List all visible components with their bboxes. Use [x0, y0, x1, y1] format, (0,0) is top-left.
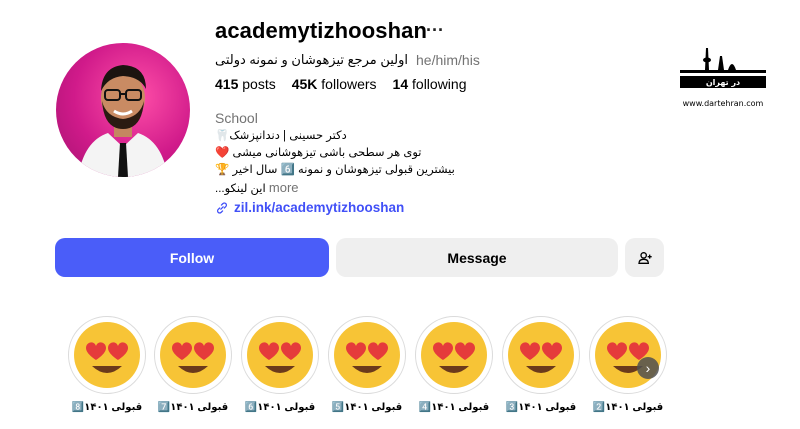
highlight-label: 2️⃣قبولی ۱۴۰۱ — [592, 402, 664, 413]
followers-stat[interactable]: 45K followers — [292, 76, 377, 92]
heart-eyes-emoji-icon — [74, 322, 140, 388]
highlight-label: 6️⃣قبولی ۱۴۰۱ — [244, 402, 316, 413]
highlight-label: 5️⃣قبولی ۱۴۰۱ — [331, 402, 403, 413]
following-count: 14 — [392, 76, 409, 92]
bio-more-link[interactable]: more — [269, 180, 299, 195]
chevron-right-icon: › — [645, 360, 651, 376]
highlight-cover — [241, 316, 319, 394]
watermark-url: www.dartehran.com — [682, 99, 764, 108]
highlight-cover — [154, 316, 232, 394]
highlight-cover — [502, 316, 580, 394]
bio-line: 🦷دکتر حسینی | دندانپزشک — [215, 130, 347, 142]
heart-eyes-emoji-icon — [160, 322, 226, 388]
heart-eyes-emoji-icon — [247, 322, 313, 388]
profile-pronouns: he/him/his — [416, 52, 480, 68]
profile-category: School — [215, 110, 258, 126]
profile-tagline-row: اولین مرجع تیزهوشان و نمونه دولتی he/him… — [215, 52, 480, 68]
add-person-icon — [637, 251, 652, 264]
highlight-item[interactable]: 3️⃣قبولی ۱۴۰۱ — [501, 316, 581, 413]
profile-avatar[interactable] — [56, 43, 190, 177]
logo-text: در تهران — [706, 78, 740, 87]
followers-label: followers — [321, 76, 377, 92]
bio-line-with-more: ...این لینکو more — [215, 179, 455, 198]
link-icon — [217, 201, 227, 214]
highlight-cover — [415, 316, 493, 394]
posts-count: 415 — [215, 76, 239, 92]
more-options-icon[interactable]: ··· — [426, 20, 444, 41]
suggest-users-button[interactable] — [625, 238, 664, 277]
heart-eyes-emoji-icon — [334, 322, 400, 388]
following-stat[interactable]: 14 following — [393, 76, 467, 92]
highlight-label: 3️⃣قبولی ۱۴۰۱ — [505, 402, 577, 413]
profile-stats: 415 posts 45K followers 14 following — [215, 76, 467, 92]
story-highlights: 8️⃣قبولی ۱۴۰۱ 7️⃣قبولی ۱۴۰۱ 6️⃣قبولی ۱۴۰… — [0, 316, 800, 426]
highlight-item[interactable]: 8️⃣قبولی ۱۴۰۱ — [67, 316, 147, 413]
highlight-label: 4️⃣قبولی ۱۴۰۱ — [418, 402, 490, 413]
posts-stat[interactable]: 415 posts — [215, 76, 276, 92]
message-button[interactable]: Message — [336, 238, 618, 277]
profile-link-text: zil.ink/academytizhooshan — [234, 200, 405, 215]
heart-eyes-emoji-icon — [508, 322, 574, 388]
bio-line: ❤️ توی هر سطحی باشی تیزهوشانی میشی — [215, 147, 422, 159]
heart-eyes-emoji-icon — [595, 322, 661, 388]
watermark-logo: در تهران www.dartehran.com — [678, 40, 768, 108]
bio-line: ...این لینکو — [215, 183, 266, 195]
profile-tagline: اولین مرجع تیزهوشان و نمونه دولتی — [215, 52, 409, 67]
highlights-next-button[interactable]: › — [637, 357, 659, 379]
profile-bio: 🦷دکتر حسینی | دندانپزشک ❤️ توی هر سطحی ب… — [215, 128, 455, 198]
highlight-item[interactable]: 5️⃣قبولی ۱۴۰۱ — [327, 316, 407, 413]
profile-username: academytizhooshan — [215, 18, 427, 43]
bio-line: 🏆 بیشترین قبولی تیزهوشان و نمونه 6️⃣ سال… — [215, 164, 455, 176]
highlight-label: 8️⃣قبولی ۱۴۰۱ — [71, 402, 143, 413]
avatar-photo — [78, 65, 168, 177]
highlight-cover — [328, 316, 406, 394]
followers-count: 45K — [291, 76, 318, 92]
highlight-item[interactable]: 7️⃣قبولی ۱۴۰۱ — [153, 316, 233, 413]
highlight-cover — [589, 316, 667, 394]
profile-link[interactable]: zil.ink/academytizhooshan — [215, 200, 404, 215]
follow-button[interactable]: Follow — [55, 238, 329, 277]
highlight-cover — [68, 316, 146, 394]
posts-label: posts — [242, 76, 276, 92]
highlight-label: 7️⃣قبولی ۱۴۰۱ — [157, 402, 229, 413]
highlight-item[interactable]: 4️⃣قبولی ۱۴۰۱ — [414, 316, 494, 413]
milad-tower-logo: در تهران — [680, 48, 766, 88]
following-label: following — [412, 76, 467, 92]
heart-eyes-emoji-icon — [421, 322, 487, 388]
highlight-item[interactable]: 6️⃣قبولی ۱۴۰۱ — [240, 316, 320, 413]
